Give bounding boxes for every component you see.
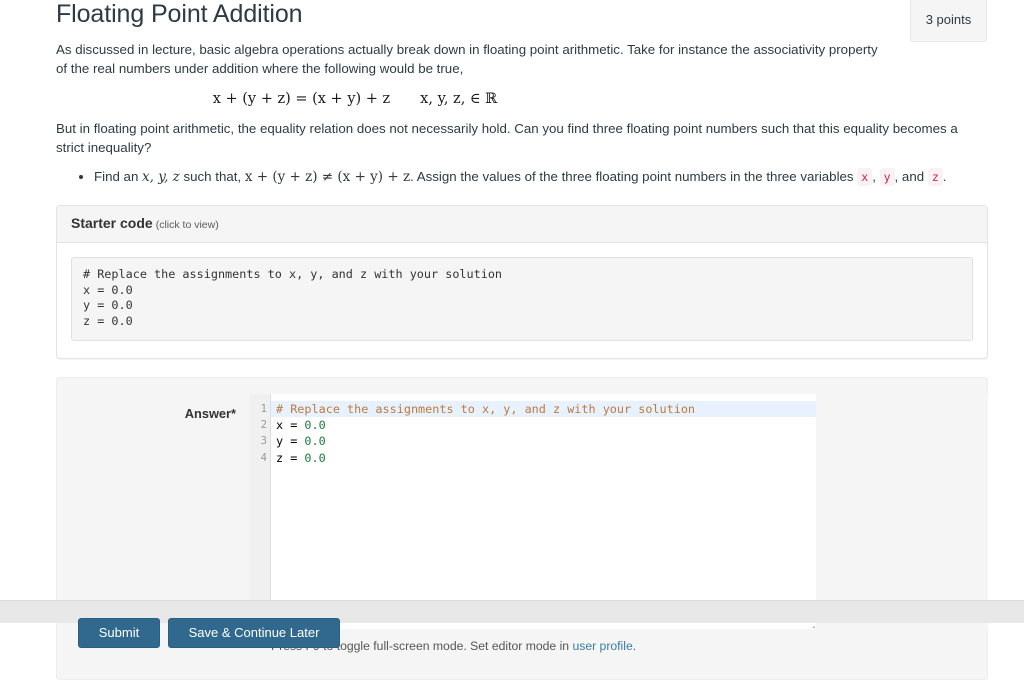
bullet-equation: x + (y + z) ≠ (x + y) + z xyxy=(245,169,410,185)
question-paragraph-1: As discussed in lecture, basic algebra o… xyxy=(56,40,886,78)
bullet-text-3: . Assign the values of the three floatin… xyxy=(410,169,857,184)
editor-line-4[interactable]: z = 0.0 xyxy=(271,450,816,466)
question-content: As discussed in lecture, basic algebra o… xyxy=(0,40,1024,187)
editor-footnote: Press F9 to toggle full-screen mode. Set… xyxy=(271,629,987,653)
footer-button-group: Submit Save & Continue Later xyxy=(78,618,340,648)
editor-token-assign: x = xyxy=(276,418,304,432)
inline-code-z: z xyxy=(928,168,943,186)
line-number: 1 xyxy=(250,401,270,417)
bullet-sep-1: , xyxy=(872,169,879,184)
starter-code-title-hint: (click to view) xyxy=(156,219,219,231)
math-formula-associativity: x + (y + z) = (x + y) + z x, y, z, ∈ ℝ xyxy=(56,91,984,107)
editor-line-2[interactable]: x = 0.0 xyxy=(271,417,816,433)
assignment-page: Floating Point Addition 3 points As disc… xyxy=(0,0,1024,622)
editor-line-number-gutter: 1 2 3 4 xyxy=(250,394,271,629)
editor-line-1[interactable]: # Replace the assignments to x, y, and z… xyxy=(271,401,816,417)
starter-code-panel: Starter code(click to view) # Replace th… xyxy=(56,205,988,359)
editor-footnote-suffix: . xyxy=(633,639,636,653)
editor-token-number: 0.0 xyxy=(304,451,325,465)
list-item: Find an x, y, z such that, x + (y + z) ≠… xyxy=(94,167,984,187)
starter-code-block: # Replace the assignments to x, y, and z… xyxy=(71,257,973,341)
submit-button[interactable]: Submit xyxy=(78,618,160,648)
starter-code-title: Starter code xyxy=(71,215,153,231)
formula-equation: x + (y + z) = (x + y) + z xyxy=(213,91,390,107)
editor-token-number: 0.0 xyxy=(304,418,325,432)
bullet-text-end: . xyxy=(943,169,947,184)
line-number: 2 xyxy=(250,417,270,433)
code-editor[interactable]: 1 2 3 4 # Replace the assignments to x, … xyxy=(250,394,816,629)
formula-domain: x, y, z, ∈ ℝ xyxy=(420,91,497,107)
line-number: 3 xyxy=(250,433,270,449)
starter-code-panel-body: # Replace the assignments to x, y, and z… xyxy=(57,243,987,358)
starter-code-panel-header[interactable]: Starter code(click to view) xyxy=(57,206,987,243)
bullet-vars: x, y, z xyxy=(142,169,180,185)
bullet-text-1: Find an xyxy=(94,169,142,184)
answer-label-column: Answer* xyxy=(57,394,250,629)
bullet-text-2: such that, xyxy=(180,169,245,184)
line-number: 4 xyxy=(250,450,270,466)
editor-line-3[interactable]: y = 0.0 xyxy=(271,433,816,449)
bullet-sep-2: , and xyxy=(895,169,928,184)
editor-code-area[interactable]: # Replace the assignments to x, y, and z… xyxy=(271,394,816,629)
question-bullet-list: Find an x, y, z such that, x + (y + z) ≠… xyxy=(56,167,984,187)
answer-row: Answer* 1 2 3 4 # Replace the assignment… xyxy=(57,378,987,629)
answer-label: Answer* xyxy=(185,406,236,421)
editor-side-filler xyxy=(816,394,988,629)
user-profile-link[interactable]: user profile xyxy=(572,639,632,653)
save-continue-later-button[interactable]: Save & Continue Later xyxy=(168,618,340,648)
footer-bar: Submit Save & Continue Later xyxy=(0,600,1024,623)
inline-code-y: y xyxy=(880,168,895,186)
points-badge: 3 points xyxy=(910,0,987,42)
inline-code-x: x xyxy=(857,168,872,186)
editor-token-comment: # Replace the assignments to x, y, and z… xyxy=(276,402,695,416)
points-badge-label: 3 points xyxy=(926,12,972,27)
header: Floating Point Addition 3 points xyxy=(0,0,1024,28)
page-title: Floating Point Addition xyxy=(56,0,1024,28)
editor-token-assign: y = xyxy=(276,434,304,448)
question-paragraph-2: But in floating point arithmetic, the eq… xyxy=(56,119,984,157)
code-editor-wrapper: 1 2 3 4 # Replace the assignments to x, … xyxy=(250,394,816,629)
editor-token-assign: z = xyxy=(276,451,304,465)
editor-token-number: 0.0 xyxy=(304,434,325,448)
